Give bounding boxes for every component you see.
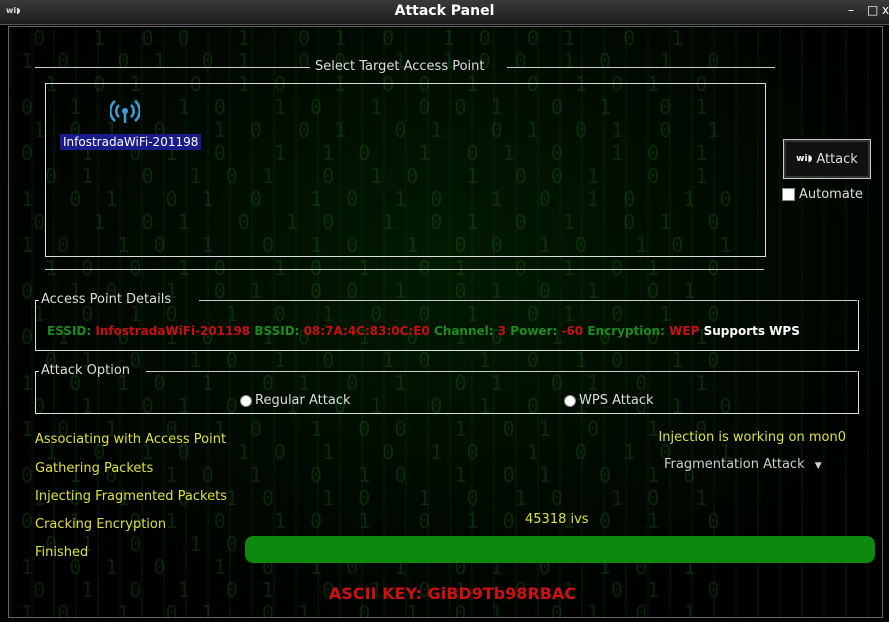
attack-type-dropdown[interactable]: Fragmentation Attack ▼ (664, 457, 822, 472)
encryption-value: WEP (669, 324, 700, 338)
attack-option-legend: Attack Option (41, 363, 131, 378)
attack-button[interactable]: wi◗ Attack (783, 139, 871, 179)
ap-name: InfostradaWiFi-201198 (60, 134, 202, 150)
bssid-value: 08:7A:4C:83:0C:E0 (303, 324, 430, 338)
attack-type-value: Fragmentation Attack (664, 457, 805, 472)
attack-button-label: Attack (816, 151, 858, 167)
essid-label: ESSID: (47, 324, 92, 338)
window-title: Attack Panel (394, 3, 495, 19)
status-gathering: Gathering Packets (35, 461, 154, 476)
target-legend-line-right (507, 67, 775, 68)
wifi-signal-icon (110, 100, 140, 123)
wps-attack-label: WPS Attack (579, 393, 654, 408)
progress-fill (245, 536, 875, 563)
option-line-right (146, 371, 857, 372)
power-label: Power: (510, 324, 558, 338)
automate-option[interactable]: Automate (782, 187, 863, 202)
status-cracking: Cracking Encryption (35, 517, 167, 532)
essid-value: InfostradaWiFi-201198 (95, 324, 251, 338)
ap-details-text: ESSID: InfostradaWiFi-201198 BSSID: 08:7… (47, 324, 800, 338)
regular-attack-radio[interactable] (241, 395, 251, 406)
status-finished: Finished (35, 545, 89, 560)
wps-support: Supports WPS (703, 324, 800, 338)
automate-checkbox[interactable] (782, 188, 795, 201)
target-legend-line-left (35, 67, 310, 68)
injection-status: Injection is working on mon0 (658, 430, 846, 445)
details-line-right (199, 300, 857, 301)
option-line-left (35, 371, 39, 372)
status-injecting: Injecting Fragmented Packets (35, 489, 227, 504)
channel-label: Channel: (433, 324, 494, 338)
status-associating: Associating with Access Point (35, 432, 227, 447)
regular-attack-option[interactable]: Regular Attack (241, 393, 351, 408)
regular-attack-label: Regular Attack (255, 393, 351, 408)
automate-label: Automate (799, 187, 863, 202)
close-button[interactable]: x (882, 3, 889, 17)
chevron-down-icon: ▼ (814, 461, 822, 471)
wps-attack-radio[interactable] (565, 395, 575, 406)
power-value: -60 (561, 324, 584, 338)
ascii-key: ASCII KEY: GiBD9Tb98RBAC (329, 584, 577, 603)
progress-bar (245, 536, 875, 563)
attack-option-box (35, 371, 859, 414)
details-line-left (35, 300, 39, 301)
ivs-count: 45318 ivs (525, 512, 589, 527)
attack-panel-window: 0 1 0 0 1 0 1 0 1 0 0 1 0 1 1 0 0 1 0 1 … (8, 26, 883, 618)
bssid-label: BSSID: (254, 324, 300, 338)
target-legend: Select Target Access Point (315, 59, 485, 74)
wps-attack-option[interactable]: WPS Attack (565, 393, 654, 408)
ap-list[interactable]: InfostradaWiFi-201198 (45, 83, 766, 257)
title-bar: wi◗ Attack Panel – □ x (0, 0, 889, 25)
minimize-button[interactable]: – (848, 3, 854, 17)
encryption-label: Encryption: (587, 324, 665, 338)
channel-value: 3 (497, 324, 507, 338)
details-legend: Access Point Details (41, 292, 172, 307)
separator (45, 269, 764, 270)
maximize-button[interactable]: □ (867, 3, 878, 17)
wifi-logo-icon: wi◗ (796, 154, 813, 164)
